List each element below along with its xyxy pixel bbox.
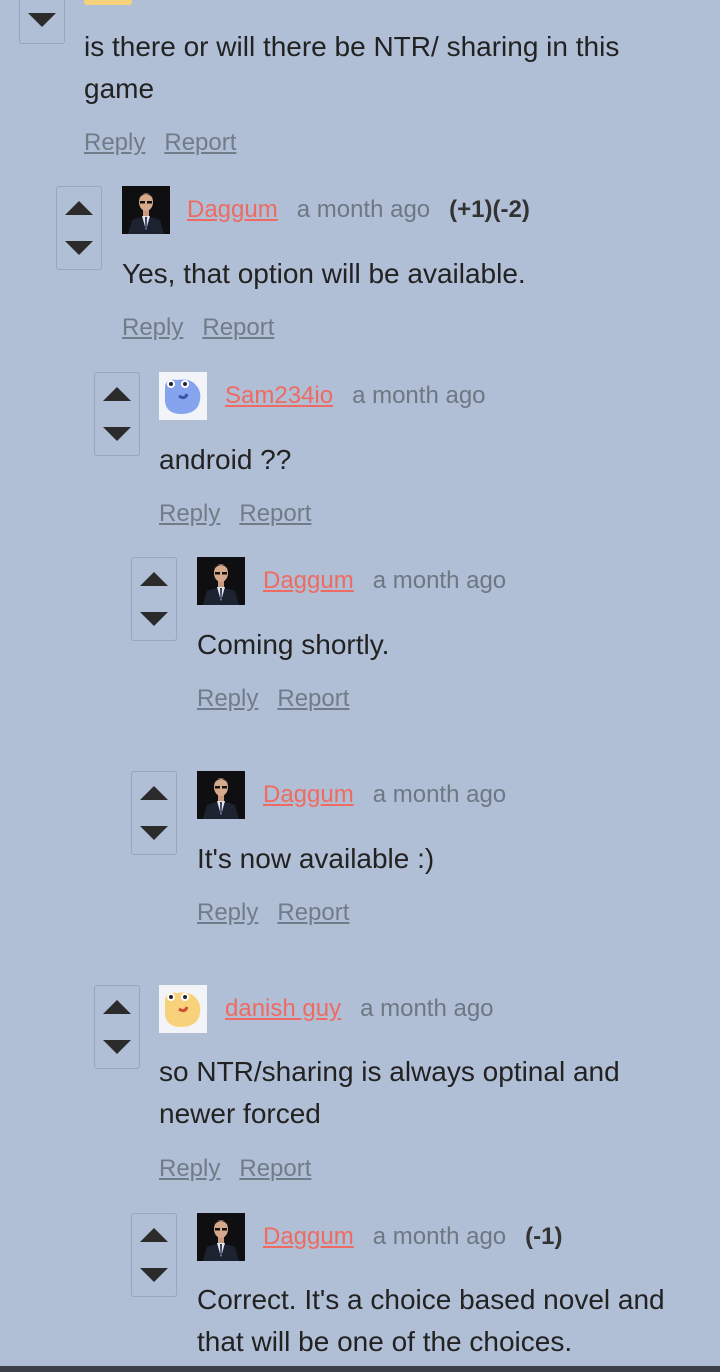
author-link[interactable]: Daggum xyxy=(187,196,278,224)
timestamp: a month ago xyxy=(296,196,431,223)
comment-header: Daggum a month ago (+1)(-2) xyxy=(187,186,530,234)
comment-actions: Reply Report xyxy=(159,1155,330,1183)
report-link[interactable]: Report xyxy=(239,500,311,527)
comment-text: Coming shortly. xyxy=(197,629,390,660)
timestamp: a month ago xyxy=(352,382,486,409)
avatar[interactable] xyxy=(159,985,207,1033)
vote-box xyxy=(94,372,140,456)
comment-header: Daggum a month ago xyxy=(263,771,506,819)
upvote-button[interactable] xyxy=(140,572,168,586)
timestamp: a month ago xyxy=(372,1223,507,1250)
vote-box xyxy=(56,186,102,270)
downvote-button[interactable] xyxy=(103,427,131,441)
report-link[interactable]: Report xyxy=(239,1155,311,1182)
comment-actions: Reply Report xyxy=(159,500,330,528)
comment-header: Daggum a month ago (-1) xyxy=(263,1213,562,1261)
vote-box xyxy=(94,985,140,1069)
timestamp: a month ago xyxy=(372,567,507,594)
avatar xyxy=(84,0,132,5)
downvote-button[interactable] xyxy=(28,13,56,27)
vote-box xyxy=(131,557,177,641)
reply-link[interactable]: Reply xyxy=(84,129,145,156)
reply-link[interactable]: Reply xyxy=(197,685,258,712)
comment-text: android ?? xyxy=(159,444,292,475)
comment-text: so NTR/sharing is always optinal and new… xyxy=(159,1056,620,1129)
report-link[interactable]: Report xyxy=(277,899,349,926)
report-link[interactable]: Report xyxy=(277,685,349,712)
comment-actions: Reply Report xyxy=(197,685,368,713)
vote-box xyxy=(131,771,177,855)
timestamp: a month ago xyxy=(360,995,494,1022)
comment-actions: Reply Report xyxy=(197,899,368,927)
vote-box xyxy=(131,1213,177,1297)
downvote-button[interactable] xyxy=(140,826,168,840)
upvote-button[interactable] xyxy=(140,1228,168,1242)
upvote-button[interactable] xyxy=(65,201,93,215)
avatar[interactable] xyxy=(122,186,170,234)
comment-text: It's now available :) xyxy=(197,843,435,874)
suited-man-avatar-icon xyxy=(122,186,170,234)
suited-man-avatar-icon xyxy=(197,771,245,819)
avatar[interactable] xyxy=(197,1213,245,1261)
comment-text: Yes, that option will be available. xyxy=(122,258,526,289)
author-link[interactable]: Daggum xyxy=(263,1223,354,1251)
report-link[interactable]: Report xyxy=(164,129,236,156)
downvote-button[interactable] xyxy=(103,1040,131,1054)
comment-text: is there or will there be NTR/ sharing i… xyxy=(84,31,620,104)
downvote-button[interactable] xyxy=(65,241,93,255)
comment-actions: Reply Report xyxy=(84,129,255,157)
downvote-button[interactable] xyxy=(140,1268,168,1282)
reply-link[interactable]: Reply xyxy=(159,1155,220,1182)
comment-header: Sam234io a month ago xyxy=(225,372,486,420)
vote-score: (-1) xyxy=(525,1223,563,1250)
reply-link[interactable]: Reply xyxy=(122,314,183,341)
blue-blob-avatar-icon xyxy=(159,372,207,420)
author-link[interactable]: Sam234io xyxy=(225,382,333,410)
upvote-button[interactable] xyxy=(103,387,131,401)
avatar[interactable] xyxy=(159,372,207,420)
reply-link[interactable]: Reply xyxy=(159,500,220,527)
author-link[interactable]: Daggum xyxy=(263,781,354,809)
avatar[interactable] xyxy=(197,557,245,605)
downvote-button[interactable] xyxy=(140,612,168,626)
suited-man-avatar-icon xyxy=(197,557,245,605)
comment-actions: Reply Report xyxy=(122,314,293,342)
author-link[interactable]: Daggum xyxy=(263,567,354,595)
comment-header: Daggum a month ago xyxy=(263,557,506,605)
comment-text: Correct. It's a choice based novel and t… xyxy=(197,1284,665,1357)
author-link[interactable]: danish guy xyxy=(225,995,341,1023)
yellow-blob-avatar-icon xyxy=(159,985,207,1033)
bottom-edge xyxy=(0,1366,720,1372)
upvote-button[interactable] xyxy=(103,1000,131,1014)
avatar[interactable] xyxy=(197,771,245,819)
report-link[interactable]: Report xyxy=(202,314,274,341)
vote-score: (+1)(-2) xyxy=(449,196,530,223)
suited-man-avatar-icon xyxy=(197,1213,245,1261)
vote-box xyxy=(19,0,65,44)
timestamp: a month ago xyxy=(372,781,507,808)
upvote-button[interactable] xyxy=(140,786,168,800)
comment-header: danish guy a month ago xyxy=(225,985,494,1033)
reply-link[interactable]: Reply xyxy=(197,899,258,926)
